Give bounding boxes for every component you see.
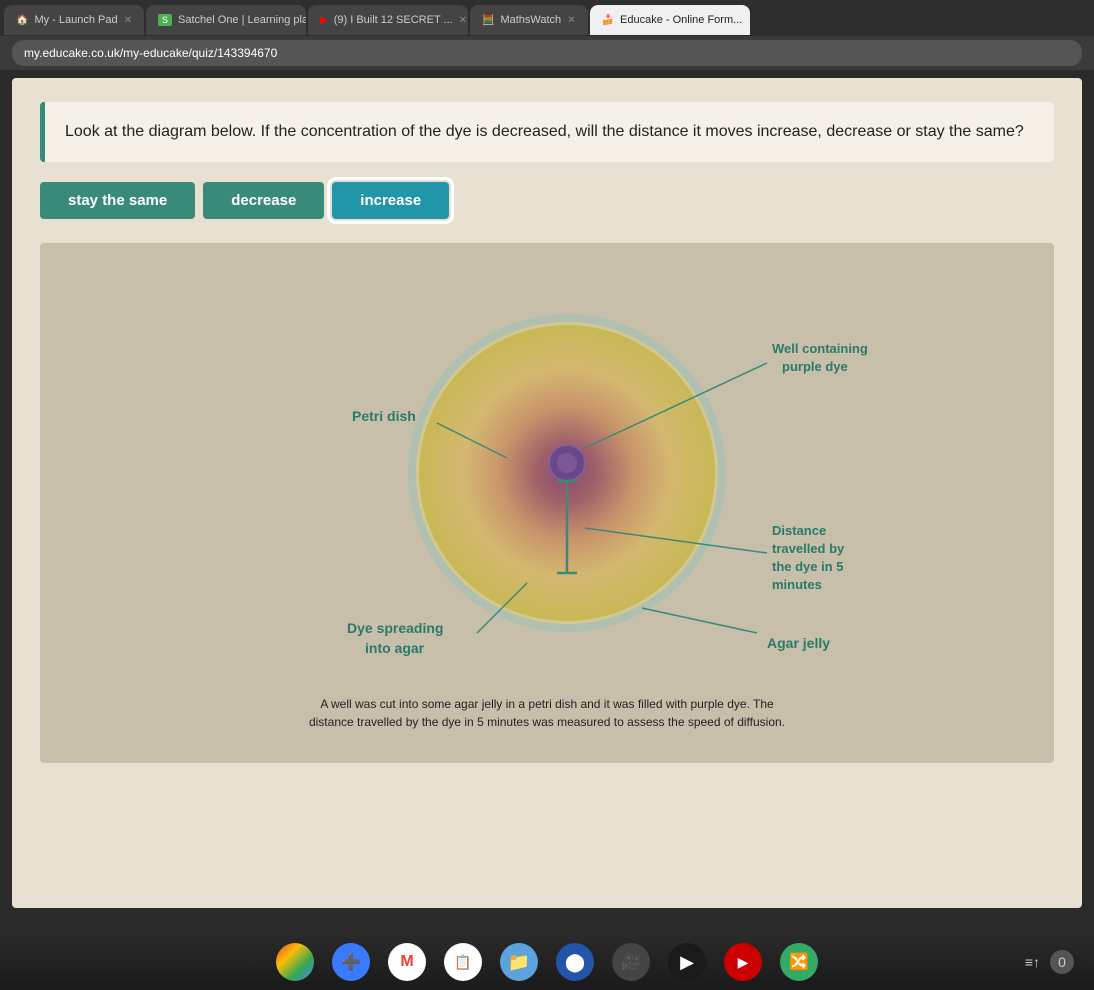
question-text: Look at the diagram below. If the concen… [65, 123, 1024, 140]
tab-icon-mathswatch: 🧮 [482, 15, 494, 26]
taskbar-end: ≡↑ 0 [1025, 950, 1074, 974]
question-box: Look at the diagram below. If the concen… [40, 102, 1054, 162]
tab-satchel[interactable]: S Satchel One | Learning pla ✕ [146, 5, 306, 35]
svg-text:Petri dish: Petri dish [352, 408, 416, 424]
taskbar-chrome-icon[interactable] [276, 943, 314, 981]
taskbar-gmail-icon[interactable]: M [388, 943, 426, 981]
tab-close-educake[interactable]: ✕ [748, 15, 749, 26]
tab-launch-pad[interactable]: 🏠 My - Launch Pad ✕ [4, 5, 144, 35]
tab-close-launchpad[interactable]: ✕ [124, 15, 132, 26]
tab-label-launchpad: My - Launch Pad [34, 14, 117, 26]
tabs-bar: 🏠 My - Launch Pad ✕ S Satchel One | Lear… [0, 0, 1094, 36]
taskbar-video-icon[interactable]: 🎥 [612, 943, 650, 981]
svg-text:purple dye: purple dye [782, 359, 848, 374]
taskbar-youtube-icon[interactable]: ▶ [724, 943, 762, 981]
taskbar-menu-label: ≡↑ [1025, 954, 1040, 970]
diagram-svg-container: Petri dish Well containing purple dye Di… [197, 263, 897, 683]
svg-text:travelled by: travelled by [772, 541, 845, 556]
svg-text:Dye spreading: Dye spreading [347, 620, 443, 636]
taskbar-calendar-icon[interactable]: 📋 [444, 943, 482, 981]
answer-buttons: stay the same decrease increase [40, 182, 1054, 219]
taskbar-folder-icon[interactable]: 📁 [500, 943, 538, 981]
address-bar [0, 36, 1094, 70]
taskbar-num: 0 [1050, 950, 1074, 974]
taskbar-arrow-icon[interactable]: ➕ [332, 943, 370, 981]
tab-label-mathswatch: MathsWatch [500, 14, 561, 26]
tab-label-youtube: (9) I Built 12 SECRET ... [334, 14, 453, 26]
petri-dish-diagram: Petri dish Well containing purple dye Di… [197, 263, 897, 683]
svg-text:Agar jelly: Agar jelly [767, 635, 830, 651]
tab-label-educake: Educake - Online Form... [620, 14, 742, 26]
tab-icon-launchpad: 🏠 [16, 15, 28, 26]
svg-text:Well containing: Well containing [772, 341, 868, 356]
svg-text:minutes: minutes [772, 577, 822, 592]
taskbar-play-icon[interactable]: ▶ [668, 943, 706, 981]
svg-text:the dye in 5: the dye in 5 [772, 559, 844, 574]
taskbar-share-icon[interactable]: 🔀 [780, 943, 818, 981]
tab-mathswatch[interactable]: 🧮 MathsWatch ✕ [470, 5, 588, 35]
tab-close-youtube[interactable]: ✕ [459, 15, 467, 26]
tab-close-mathswatch[interactable]: ✕ [567, 15, 575, 26]
svg-text:into agar: into agar [365, 640, 425, 656]
tab-icon-educake: 🍰 [602, 15, 614, 26]
tab-icon-youtube: ▶ [320, 15, 328, 26]
svg-text:Distance: Distance [772, 523, 826, 538]
address-input[interactable] [12, 40, 1082, 66]
taskbar-dots-icon[interactable]: ⬤ [556, 943, 594, 981]
tab-youtube[interactable]: ▶ (9) I Built 12 SECRET ... ✕ [308, 5, 468, 35]
main-content: Look at the diagram below. If the concen… [12, 78, 1082, 908]
tab-label-satchel: Satchel One | Learning pla [178, 14, 306, 26]
taskbar: ➕ M 📋 📁 ⬤ 🎥 ▶ ▶ 🔀 ≡↑ 0 [0, 934, 1094, 990]
browser-chrome: 🏠 My - Launch Pad ✕ S Satchel One | Lear… [0, 0, 1094, 70]
tab-educake[interactable]: 🍰 Educake - Online Form... ✕ [590, 5, 750, 35]
diagram-caption: A well was cut into some agar jelly in a… [307, 695, 787, 731]
answer-decrease-button[interactable]: decrease [203, 182, 324, 219]
tab-icon-satchel: S [158, 14, 172, 26]
diagram-area: Petri dish Well containing purple dye Di… [40, 243, 1054, 763]
answer-increase-button[interactable]: increase [332, 182, 449, 219]
answer-stay-same-button[interactable]: stay the same [40, 182, 195, 219]
